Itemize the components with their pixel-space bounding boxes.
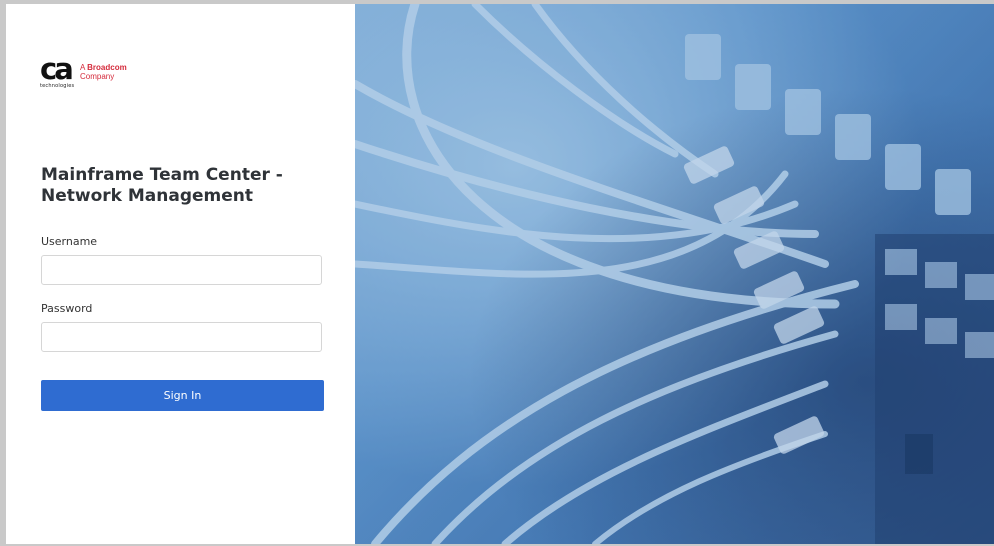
logo-subtitle: technologies [40, 83, 75, 89]
username-label: Username [41, 235, 98, 248]
tagline-line2: Company [80, 72, 115, 81]
hero-image [355, 4, 994, 544]
logo-mark: ca [40, 52, 74, 86]
tagline-bold: Broadcom [87, 63, 127, 72]
page-title: Mainframe Team Center - Network Manageme… [41, 165, 283, 206]
login-window: ca technologies A Broadcom Company Mainf… [6, 4, 994, 544]
tagline-prefix: A [80, 63, 85, 72]
username-input[interactable] [41, 255, 322, 285]
network-cables-image [355, 4, 994, 544]
password-input[interactable] [41, 322, 322, 352]
company-logo: ca technologies A Broadcom Company [40, 54, 160, 96]
password-label: Password [41, 302, 93, 315]
sign-in-button[interactable]: Sign In [41, 380, 324, 411]
logo-tagline: A Broadcom Company [80, 63, 127, 81]
login-panel: ca technologies A Broadcom Company Mainf… [6, 4, 355, 544]
